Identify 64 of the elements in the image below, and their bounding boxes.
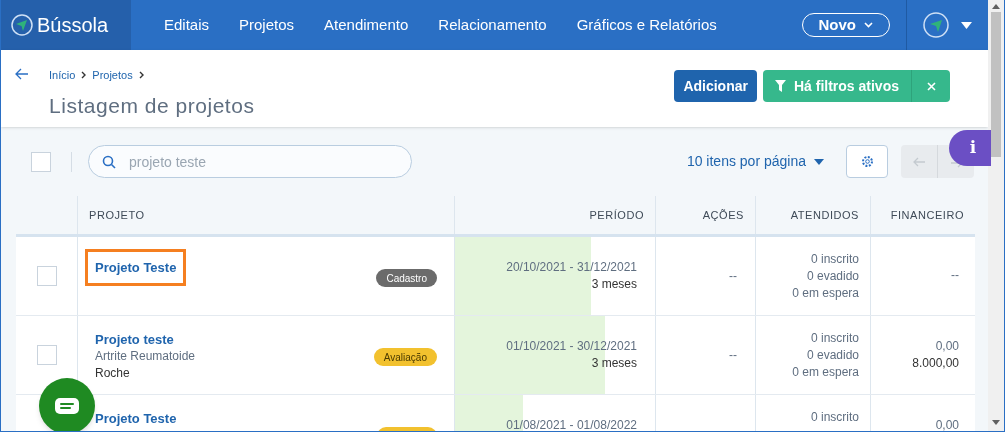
- nav-link[interactable]: Editais: [164, 13, 210, 37]
- table-cell: 0 evadido: [806, 268, 859, 285]
- table-cell: 8.000,00: [912, 355, 959, 372]
- table-cell: 0 inscrito: [810, 409, 859, 426]
- period-duration: 3 meses: [591, 355, 637, 372]
- close-icon: [926, 81, 936, 91]
- nav-link[interactable]: Projetos: [239, 13, 295, 37]
- table-cell-text: --: [729, 347, 737, 364]
- caret-down-icon[interactable]: [961, 21, 972, 29]
- period-dates: 01/10/2021 - 30/12/2021: [506, 338, 637, 355]
- period-duration: 3 meses: [591, 276, 637, 293]
- project-link[interactable]: Projeto teste: [95, 331, 196, 348]
- add-button[interactable]: Adicionar: [674, 70, 757, 102]
- settings-icon: [860, 155, 874, 168]
- project-link[interactable]: Projeto Teste: [95, 410, 177, 427]
- info-tab[interactable]: i: [949, 130, 991, 166]
- scroll-down-icon[interactable]: [992, 420, 1000, 425]
- period-dates: 20/10/2021 - 31/12/2021: [506, 259, 637, 276]
- brand-name[interactable]: Bússola: [37, 10, 109, 40]
- scrollbar[interactable]: [988, 0, 1004, 431]
- chevron-down-icon: [864, 22, 873, 28]
- project-detail: Artrite Reumatoide: [95, 348, 196, 365]
- project-detail: Roche: [95, 365, 131, 382]
- table-cell-text: --: [729, 268, 737, 285]
- chevron-right-icon: [138, 71, 144, 80]
- column-header: PROJETO: [89, 207, 145, 223]
- column-header: FINANCEIRO: [890, 207, 964, 223]
- row-checkbox[interactable]: [36, 266, 57, 286]
- table-cell: 0 inscrito: [810, 330, 859, 347]
- column-header: ATENDIDOS: [790, 207, 859, 223]
- nav-link[interactable]: Atendimento: [324, 13, 409, 37]
- filter-icon: [774, 80, 786, 92]
- table-cell: 0 em espera: [792, 364, 859, 381]
- row-checkbox[interactable]: [36, 345, 57, 365]
- nav-link[interactable]: Relacionamento: [438, 13, 547, 37]
- nav-link[interactable]: Gráficos e Relatórios: [576, 13, 717, 37]
- breadcrumb-link[interactable]: Projetos: [92, 67, 133, 84]
- status-tag: Cadastro: [376, 269, 437, 287]
- table-cell: 0 inscrito: [810, 251, 859, 268]
- table-cell: --: [951, 267, 959, 284]
- table-cell: 0 em espera: [792, 285, 859, 302]
- avatar-icon[interactable]: [923, 12, 949, 38]
- table-cell: 0,00: [935, 338, 959, 355]
- table-cell: 0 evadido: [806, 347, 859, 364]
- page-title: Listagem de projetos: [49, 92, 255, 119]
- period-dates: 01/08/2021 - 01/08/2022: [506, 417, 637, 431]
- chat-icon: [54, 397, 80, 415]
- table-cell: 0,00: [935, 417, 959, 431]
- caret-down-icon: [814, 158, 824, 165]
- search-icon: [102, 155, 116, 169]
- chevron-right-icon: [81, 71, 87, 80]
- column-header: AÇÕES: [702, 207, 744, 223]
- compass-logo-icon: [11, 14, 33, 36]
- column-header: PERÍODO: [589, 207, 644, 223]
- scrollbar-thumb[interactable]: [991, 12, 1001, 157]
- status-tag: Avaliação: [373, 348, 437, 366]
- settings-button[interactable]: [846, 145, 888, 178]
- scroll-up-icon[interactable]: [992, 4, 1000, 9]
- select-all-checkbox[interactable]: [31, 151, 51, 172]
- breadcrumb-link[interactable]: Início: [49, 67, 76, 84]
- per-page-dropdown[interactable]: 10 itens por página: [686, 151, 824, 172]
- project-link[interactable]: Projeto Teste: [85, 249, 187, 286]
- left-arrow-icon: [912, 156, 926, 167]
- back-arrow-icon[interactable]: [15, 68, 29, 80]
